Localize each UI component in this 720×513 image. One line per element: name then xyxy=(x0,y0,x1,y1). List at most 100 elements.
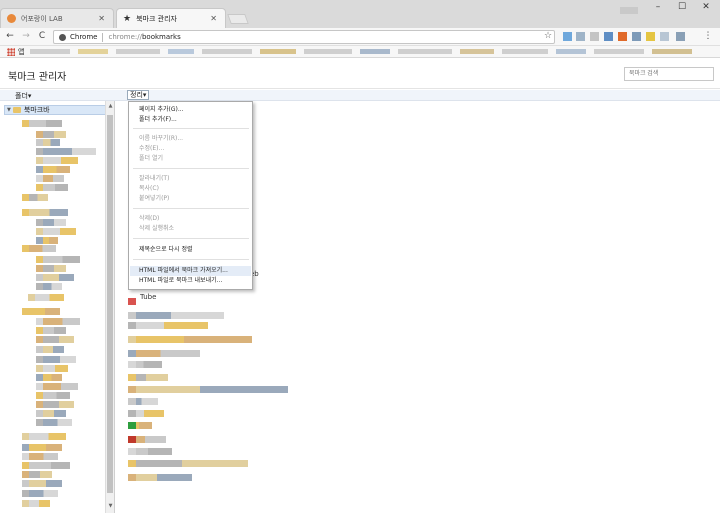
close-window-button[interactable]: ✕ xyxy=(694,2,718,16)
tree-folder[interactable] xyxy=(22,120,62,127)
bookmark-list-item[interactable] xyxy=(128,436,166,443)
tree-item[interactable] xyxy=(36,419,72,426)
scrollbar-thumb[interactable] xyxy=(107,115,113,493)
reload-button[interactable]: C xyxy=(36,30,48,42)
address-bar[interactable]: Chrome chrome://bookmarks xyxy=(53,30,555,44)
bookmark-item[interactable] xyxy=(304,49,352,54)
tree-item[interactable] xyxy=(36,346,64,353)
tree-item[interactable] xyxy=(36,410,66,417)
bookmark-list-item[interactable] xyxy=(128,422,152,429)
extension-icon[interactable] xyxy=(632,32,641,41)
menu-item-reorder-by-title[interactable]: 제목순으로 다시 정렬 xyxy=(139,246,193,254)
extension-icon[interactable] xyxy=(604,32,613,41)
tree-item[interactable] xyxy=(36,274,74,281)
tree-item[interactable] xyxy=(36,148,96,155)
tree-folder[interactable] xyxy=(22,194,48,201)
bookmark-item[interactable] xyxy=(202,49,252,54)
tree-item[interactable] xyxy=(28,294,64,301)
menu-item-paste[interactable]: 붙여넣기(P) xyxy=(139,195,169,203)
bookmark-list-item[interactable] xyxy=(128,448,172,455)
bookmark-item[interactable] xyxy=(360,49,390,54)
tree-scrollbar[interactable]: ▲ ▼ xyxy=(105,101,114,513)
tree-item[interactable] xyxy=(36,131,66,138)
menu-icon[interactable]: ⋮ xyxy=(702,30,714,42)
bookmark-item[interactable] xyxy=(78,49,108,54)
maximize-button[interactable]: ☐ xyxy=(670,2,694,16)
tree-item[interactable] xyxy=(36,157,78,164)
menu-item-delete[interactable]: 삭제(D) xyxy=(139,215,159,223)
profile-name[interactable] xyxy=(620,7,638,14)
bookmark-item[interactable] xyxy=(502,49,548,54)
forward-button[interactable]: → xyxy=(20,30,32,42)
menu-item-edit[interactable]: 수정(E)... xyxy=(139,145,164,153)
tree-folder[interactable] xyxy=(22,245,56,252)
tree-item[interactable] xyxy=(22,490,58,497)
bookmark-list-item[interactable] xyxy=(128,312,224,319)
bookmark-list-item[interactable] xyxy=(128,410,164,417)
tree-folder[interactable] xyxy=(22,209,68,216)
menu-item-open-folder[interactable]: 폴더 열기 xyxy=(139,155,163,163)
extension-icon[interactable] xyxy=(576,32,585,41)
tree-item[interactable] xyxy=(36,392,70,399)
folders-menu-button[interactable]: 폴더▾ xyxy=(15,91,31,101)
bookmark-star-icon[interactable]: ☆ xyxy=(544,31,552,41)
bookmark-item[interactable] xyxy=(398,49,452,54)
extension-icon[interactable] xyxy=(563,32,572,41)
tree-folder[interactable] xyxy=(22,308,60,315)
url-text[interactable]: chrome://bookmarks xyxy=(108,33,180,41)
extension-icon[interactable] xyxy=(618,32,627,41)
bookmark-item[interactable] xyxy=(168,49,194,54)
tree-item[interactable] xyxy=(22,453,58,460)
extension-icon[interactable] xyxy=(590,32,599,41)
tab-bookmark-manager[interactable]: ★ 북마크 관리자 ✕ xyxy=(116,8,226,28)
new-tab-button[interactable] xyxy=(227,14,249,24)
tree-item[interactable] xyxy=(36,184,68,191)
bookmark-item[interactable] xyxy=(556,49,586,54)
tree-item[interactable] xyxy=(22,462,70,469)
tree-item[interactable] xyxy=(22,480,62,487)
bookmark-list-item[interactable] xyxy=(128,386,288,393)
tree-item[interactable] xyxy=(22,433,66,440)
menu-item-undo-delete[interactable]: 삭제 실행취소 xyxy=(139,225,174,233)
tree-item[interactable] xyxy=(36,256,80,263)
bookmark-list-item[interactable] xyxy=(128,460,248,467)
extension-icon[interactable] xyxy=(676,32,685,41)
tree-item[interactable] xyxy=(22,500,50,507)
tree-item[interactable] xyxy=(22,444,62,451)
close-tab-icon[interactable]: ✕ xyxy=(98,14,105,23)
bookmark-item[interactable] xyxy=(260,49,296,54)
bookmark-list-item[interactable] xyxy=(128,336,252,343)
menu-item-rename[interactable]: 이름 바꾸기(R)... xyxy=(139,135,183,143)
menu-item-export-html[interactable]: HTML 파일로 북마크 내보내기... xyxy=(139,277,222,285)
menu-item-add-page[interactable]: 페이지 추가(G)... xyxy=(139,106,184,114)
tree-item[interactable] xyxy=(36,283,62,290)
bookmark-list-item[interactable] xyxy=(128,398,158,405)
menu-item-import-html[interactable]: HTML 파일에서 북마크 가져오기... xyxy=(139,267,228,275)
back-button[interactable]: ← xyxy=(4,30,16,42)
apps-shortcut[interactable]: 앱 xyxy=(18,47,24,57)
tree-item[interactable] xyxy=(36,166,70,173)
apps-grid-icon[interactable] xyxy=(7,48,15,56)
bookmark-item[interactable] xyxy=(116,49,160,54)
tree-item[interactable] xyxy=(36,139,60,146)
bookmark-list-item[interactable] xyxy=(128,361,162,368)
tree-item[interactable] xyxy=(36,318,80,325)
extension-icon[interactable] xyxy=(660,32,669,41)
tree-root-bookmarks-bar[interactable]: ▼ 북마크바 xyxy=(4,105,111,115)
organize-menu-button[interactable]: 정리▾ xyxy=(127,90,150,100)
bookmark-list-item[interactable] xyxy=(128,298,136,305)
tree-item[interactable] xyxy=(36,401,74,408)
page-info-icon[interactable] xyxy=(59,33,66,41)
tree-item[interactable] xyxy=(36,356,76,363)
scroll-down-icon[interactable]: ▼ xyxy=(107,503,114,510)
menu-item-cut[interactable]: 잘라내기(T) xyxy=(139,175,169,183)
bookmark-search-input[interactable] xyxy=(624,67,714,81)
tree-item[interactable] xyxy=(36,365,68,372)
bookmark-item[interactable] xyxy=(594,49,644,54)
scroll-up-icon[interactable]: ▲ xyxy=(107,103,114,110)
tree-item[interactable] xyxy=(22,471,52,478)
tab-labs[interactable]: 어포랑이 LAB ✕ xyxy=(0,8,114,28)
menu-item-copy[interactable]: 복사(C) xyxy=(139,185,159,193)
bookmark-list-item[interactable] xyxy=(128,374,168,381)
tree-item[interactable] xyxy=(36,383,78,390)
